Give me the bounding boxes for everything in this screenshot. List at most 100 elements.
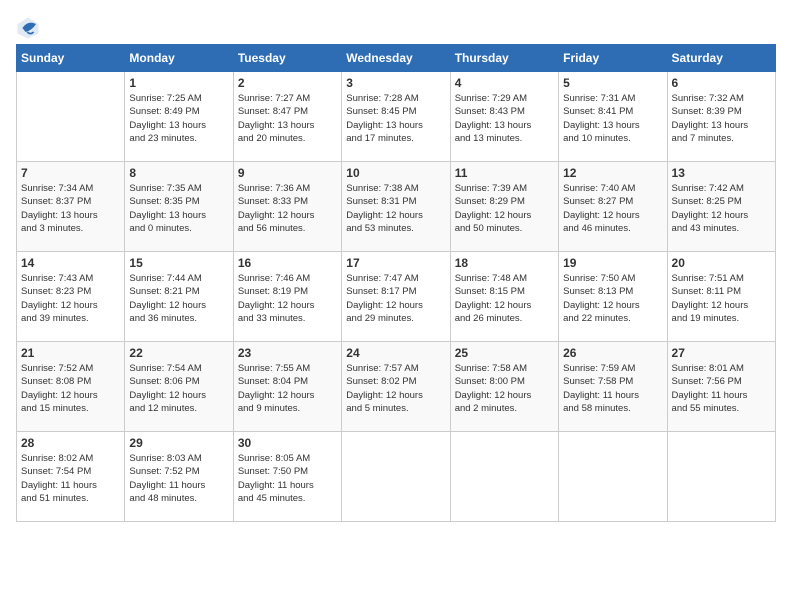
day-number: 21: [21, 346, 120, 360]
day-cell: 26 Sunrise: 7:59 AM Sunset: 7:58 PM Dayli…: [559, 342, 667, 432]
day-info: Sunrise: 8:01 AM Sunset: 7:56 PM Dayligh…: [672, 362, 771, 415]
day-number: 27: [672, 346, 771, 360]
day-cell: 16 Sunrise: 7:46 AM Sunset: 8:19 PM Dayli…: [233, 252, 341, 342]
day-info: Sunrise: 7:59 AM Sunset: 7:58 PM Dayligh…: [563, 362, 662, 415]
day-cell: 20Sunrise: 7:51 AM Sunset: 8:11 PM Dayli…: [667, 252, 775, 342]
header: [16, 16, 776, 40]
week-row-5: 28 Sunrise: 8:02 AM Sunset: 7:54 PM Dayli…: [17, 432, 776, 522]
day-number: 22: [129, 346, 228, 360]
day-cell: 23 Sunrise: 7:55 AM Sunset: 8:04 PM Dayli…: [233, 342, 341, 432]
header-day-friday: Friday: [559, 45, 667, 72]
day-cell: [450, 432, 558, 522]
day-info: Sunrise: 7:28 AM Sunset: 8:45 PM Dayligh…: [346, 92, 445, 145]
day-number: 5: [563, 76, 662, 90]
day-cell: [667, 432, 775, 522]
day-number: 26: [563, 346, 662, 360]
day-info: Sunrise: 7:51 AM Sunset: 8:11 PM Dayligh…: [672, 272, 771, 325]
day-number: 17: [346, 256, 445, 270]
day-number: 2: [238, 76, 337, 90]
day-info: Sunrise: 7:43 AM Sunset: 8:23 PM Dayligh…: [21, 272, 120, 325]
day-cell: [17, 72, 125, 162]
day-number: 8: [129, 166, 228, 180]
day-cell: 1 Sunrise: 7:25 AM Sunset: 8:49 PM Daylig…: [125, 72, 233, 162]
day-info: Sunrise: 7:52 AM Sunset: 8:08 PM Dayligh…: [21, 362, 120, 415]
day-number: 6: [672, 76, 771, 90]
day-cell: 17 Sunrise: 7:47 AM Sunset: 8:17 PM Dayli…: [342, 252, 450, 342]
day-number: 13: [672, 166, 771, 180]
day-number: 24: [346, 346, 445, 360]
header-day-sunday: Sunday: [17, 45, 125, 72]
day-info: Sunrise: 7:31 AM Sunset: 8:41 PM Dayligh…: [563, 92, 662, 145]
day-cell: [342, 432, 450, 522]
day-cell: 8 Sunrise: 7:35 AM Sunset: 8:35 PM Daylig…: [125, 162, 233, 252]
logo: [16, 16, 44, 40]
day-info: Sunrise: 7:38 AM Sunset: 8:31 PM Dayligh…: [346, 182, 445, 235]
day-cell: 15 Sunrise: 7:44 AM Sunset: 8:21 PM Dayli…: [125, 252, 233, 342]
day-info: Sunrise: 7:39 AM Sunset: 8:29 PM Dayligh…: [455, 182, 554, 235]
header-day-saturday: Saturday: [667, 45, 775, 72]
week-row-1: 1 Sunrise: 7:25 AM Sunset: 8:49 PM Daylig…: [17, 72, 776, 162]
day-cell: 24Sunrise: 7:57 AM Sunset: 8:02 PM Dayli…: [342, 342, 450, 432]
week-row-3: 14 Sunrise: 7:43 AM Sunset: 8:23 PM Dayli…: [17, 252, 776, 342]
day-cell: 3 Sunrise: 7:28 AM Sunset: 8:45 PM Daylig…: [342, 72, 450, 162]
day-info: Sunrise: 8:05 AM Sunset: 7:50 PM Dayligh…: [238, 452, 337, 505]
day-info: Sunrise: 7:27 AM Sunset: 8:47 PM Dayligh…: [238, 92, 337, 145]
day-cell: 18 Sunrise: 7:48 AM Sunset: 8:15 PM Dayli…: [450, 252, 558, 342]
header-row: SundayMondayTuesdayWednesdayThursdayFrid…: [17, 45, 776, 72]
day-info: Sunrise: 7:35 AM Sunset: 8:35 PM Dayligh…: [129, 182, 228, 235]
day-cell: 13Sunrise: 7:42 AM Sunset: 8:25 PM Dayli…: [667, 162, 775, 252]
day-cell: 6Sunrise: 7:32 AM Sunset: 8:39 PM Daylig…: [667, 72, 775, 162]
day-cell: 11Sunrise: 7:39 AM Sunset: 8:29 PM Dayli…: [450, 162, 558, 252]
day-number: 18: [455, 256, 554, 270]
day-cell: 30 Sunrise: 8:05 AM Sunset: 7:50 PM Dayli…: [233, 432, 341, 522]
day-number: 23: [238, 346, 337, 360]
day-info: Sunrise: 7:44 AM Sunset: 8:21 PM Dayligh…: [129, 272, 228, 325]
day-number: 15: [129, 256, 228, 270]
day-info: Sunrise: 8:03 AM Sunset: 7:52 PM Dayligh…: [129, 452, 228, 505]
day-number: 16: [238, 256, 337, 270]
day-cell: 7Sunrise: 7:34 AM Sunset: 8:37 PM Daylig…: [17, 162, 125, 252]
day-info: Sunrise: 7:36 AM Sunset: 8:33 PM Dayligh…: [238, 182, 337, 235]
header-day-thursday: Thursday: [450, 45, 558, 72]
day-cell: 10 Sunrise: 7:38 AM Sunset: 8:31 PM Dayli…: [342, 162, 450, 252]
header-day-wednesday: Wednesday: [342, 45, 450, 72]
day-info: Sunrise: 8:02 AM Sunset: 7:54 PM Dayligh…: [21, 452, 120, 505]
day-cell: 22 Sunrise: 7:54 AM Sunset: 8:06 PM Dayli…: [125, 342, 233, 432]
day-number: 28: [21, 436, 120, 450]
day-info: Sunrise: 7:29 AM Sunset: 8:43 PM Dayligh…: [455, 92, 554, 145]
day-cell: 19 Sunrise: 7:50 AM Sunset: 8:13 PM Dayli…: [559, 252, 667, 342]
day-number: 4: [455, 76, 554, 90]
day-info: Sunrise: 7:46 AM Sunset: 8:19 PM Dayligh…: [238, 272, 337, 325]
day-number: 7: [21, 166, 120, 180]
day-cell: 29 Sunrise: 8:03 AM Sunset: 7:52 PM Dayli…: [125, 432, 233, 522]
day-info: Sunrise: 7:48 AM Sunset: 8:15 PM Dayligh…: [455, 272, 554, 325]
day-info: Sunrise: 7:58 AM Sunset: 8:00 PM Dayligh…: [455, 362, 554, 415]
day-number: 29: [129, 436, 228, 450]
day-cell: [559, 432, 667, 522]
day-cell: 25 Sunrise: 7:58 AM Sunset: 8:00 PM Dayli…: [450, 342, 558, 432]
day-cell: 5 Sunrise: 7:31 AM Sunset: 8:41 PM Daylig…: [559, 72, 667, 162]
day-number: 30: [238, 436, 337, 450]
day-number: 10: [346, 166, 445, 180]
day-number: 12: [563, 166, 662, 180]
day-info: Sunrise: 7:40 AM Sunset: 8:27 PM Dayligh…: [563, 182, 662, 235]
week-row-4: 21 Sunrise: 7:52 AM Sunset: 8:08 PM Dayli…: [17, 342, 776, 432]
day-info: Sunrise: 7:25 AM Sunset: 8:49 PM Dayligh…: [129, 92, 228, 145]
day-number: 19: [563, 256, 662, 270]
day-number: 1: [129, 76, 228, 90]
day-cell: 27 Sunrise: 8:01 AM Sunset: 7:56 PM Dayli…: [667, 342, 775, 432]
day-info: Sunrise: 7:47 AM Sunset: 8:17 PM Dayligh…: [346, 272, 445, 325]
day-cell: 2 Sunrise: 7:27 AM Sunset: 8:47 PM Daylig…: [233, 72, 341, 162]
logo-icon: [16, 16, 40, 40]
day-number: 14: [21, 256, 120, 270]
day-number: 9: [238, 166, 337, 180]
day-cell: 4 Sunrise: 7:29 AM Sunset: 8:43 PM Daylig…: [450, 72, 558, 162]
day-info: Sunrise: 7:50 AM Sunset: 8:13 PM Dayligh…: [563, 272, 662, 325]
header-day-monday: Monday: [125, 45, 233, 72]
day-number: 25: [455, 346, 554, 360]
day-number: 3: [346, 76, 445, 90]
day-cell: 14 Sunrise: 7:43 AM Sunset: 8:23 PM Dayli…: [17, 252, 125, 342]
day-cell: 21 Sunrise: 7:52 AM Sunset: 8:08 PM Dayli…: [17, 342, 125, 432]
day-info: Sunrise: 7:54 AM Sunset: 8:06 PM Dayligh…: [129, 362, 228, 415]
day-info: Sunrise: 7:55 AM Sunset: 8:04 PM Dayligh…: [238, 362, 337, 415]
